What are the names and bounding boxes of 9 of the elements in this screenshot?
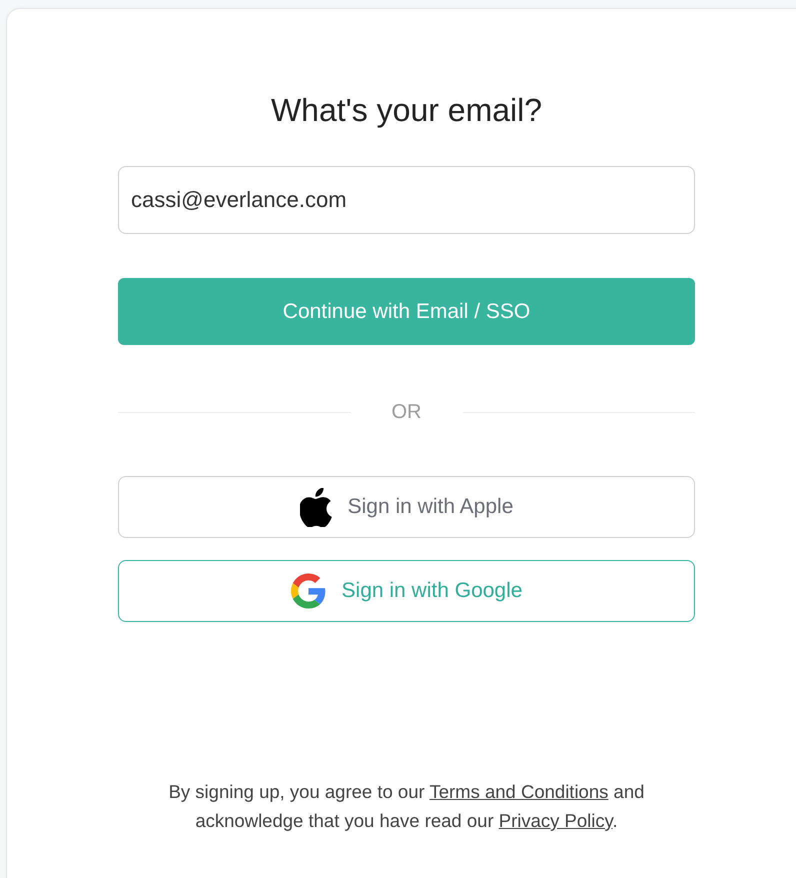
email-field[interactable]: cassi@everlance.com <box>118 166 695 234</box>
page-title: What's your email? <box>270 91 544 130</box>
apple-sign-in-button[interactable]: Sign in with Apple <box>118 476 695 538</box>
legal-link[interactable]: Terms and Conditions <box>429 781 608 802</box>
apple-logo-icon <box>300 488 332 526</box>
divider-label: OR <box>390 400 422 424</box>
google-g-icon <box>290 573 326 609</box>
legal-notice: By signing up, you agree to our Terms and Conditions and acknowledge that you have read our Privacy Policy. <box>168 780 646 833</box>
legal-link[interactable]: Privacy Policy <box>498 810 613 831</box>
